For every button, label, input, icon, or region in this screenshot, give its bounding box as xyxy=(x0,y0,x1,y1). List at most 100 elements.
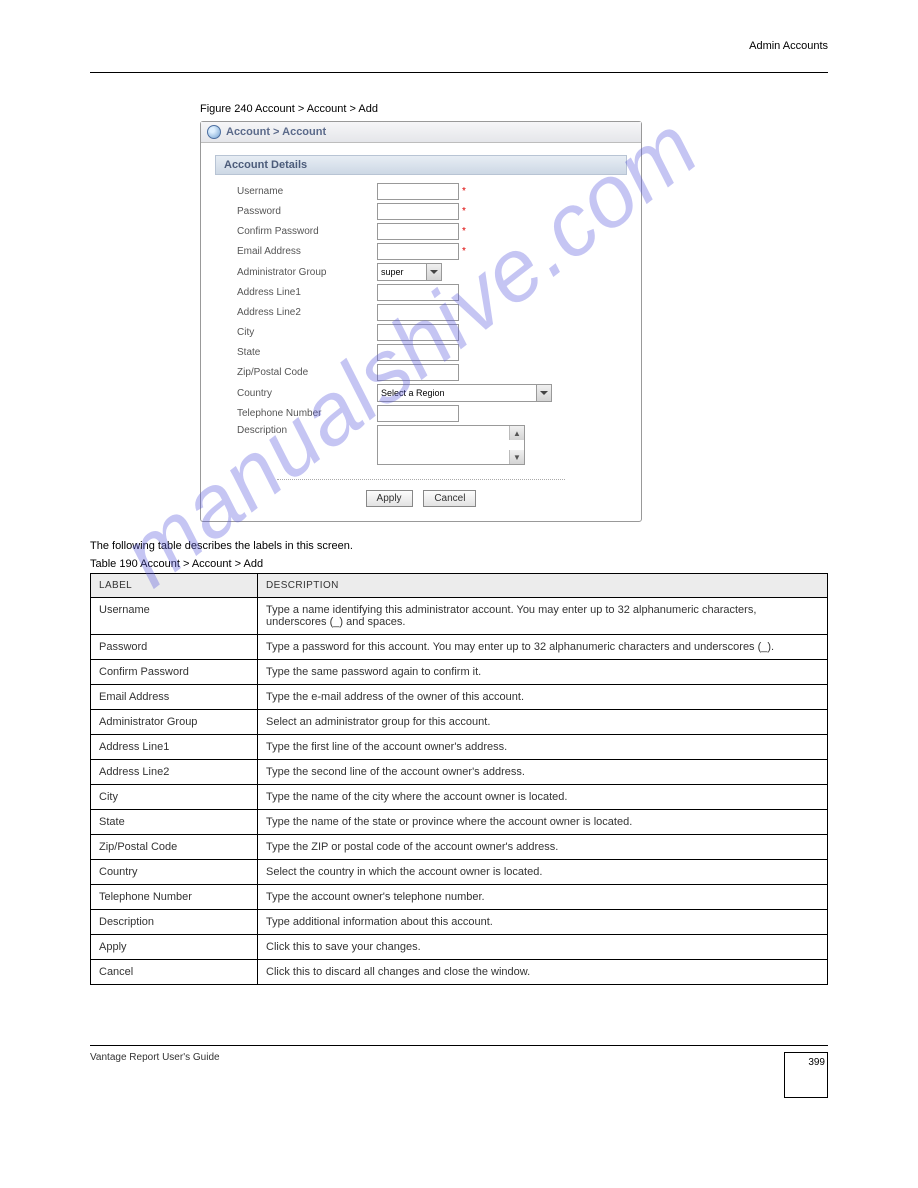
globe-icon xyxy=(207,125,221,139)
table-row: CityType the name of the city where the … xyxy=(91,785,828,810)
cell-desc: Type additional information about this a… xyxy=(258,910,828,935)
cell-label: Description xyxy=(91,910,258,935)
phone-field[interactable] xyxy=(377,405,459,422)
table-title: Table 190 Account > Account > Add xyxy=(90,558,828,570)
scroll-down-icon[interactable]: ▼ xyxy=(509,450,524,464)
cell-desc: Type the second line of the account owne… xyxy=(258,760,828,785)
addr2-label: Address Line2 xyxy=(237,307,377,318)
username-label: Username xyxy=(237,186,377,197)
th-label: LABEL xyxy=(91,574,258,598)
scroll-up-icon[interactable]: ▲ xyxy=(509,426,524,440)
breadcrumb: Account > Account xyxy=(201,122,641,143)
cell-desc: Type the name of the state or province w… xyxy=(258,810,828,835)
cell-label: Email Address xyxy=(91,685,258,710)
state-field[interactable] xyxy=(377,344,459,361)
password-label: Password xyxy=(237,206,377,217)
addr2-field[interactable] xyxy=(377,304,459,321)
table-row: UsernameType a name identifying this adm… xyxy=(91,598,828,635)
table-row: ApplyClick this to save your changes. xyxy=(91,935,828,960)
chevron-down-icon xyxy=(536,385,551,401)
cell-label: Telephone Number xyxy=(91,885,258,910)
required-marker: * xyxy=(462,206,466,217)
cell-label: Administrator Group xyxy=(91,710,258,735)
cell-label: Address Line1 xyxy=(91,735,258,760)
footer: Vantage Report User's Guide 399 xyxy=(90,1045,828,1098)
cell-desc: Type the e-mail address of the owner of … xyxy=(258,685,828,710)
breadcrumb-text: Account > Account xyxy=(226,126,326,138)
city-label: City xyxy=(237,327,377,338)
description-label: Description xyxy=(237,425,377,436)
country-value: Select a Region xyxy=(381,388,445,398)
table-row: Zip/Postal CodeType the ZIP or postal co… xyxy=(91,835,828,860)
cell-label: Username xyxy=(91,598,258,635)
table-row: Telephone NumberType the account owner's… xyxy=(91,885,828,910)
table-row: CountrySelect the country in which the a… xyxy=(91,860,828,885)
email-label: Email Address xyxy=(237,246,377,257)
admin-group-label: Administrator Group xyxy=(237,267,377,278)
footer-text: Vantage Report User's Guide xyxy=(90,1052,220,1063)
phone-label: Telephone Number xyxy=(237,408,377,419)
table-row: StateType the name of the state or provi… xyxy=(91,810,828,835)
cell-desc: Select the country in which the account … xyxy=(258,860,828,885)
cell-label: Password xyxy=(91,635,258,660)
table-row: Email AddressType the e-mail address of … xyxy=(91,685,828,710)
cell-label: Confirm Password xyxy=(91,660,258,685)
cell-label: Apply xyxy=(91,935,258,960)
cell-desc: Type the account owner's telephone numbe… xyxy=(258,885,828,910)
table-row: PasswordType a password for this account… xyxy=(91,635,828,660)
city-field[interactable] xyxy=(377,324,459,341)
cell-label: State xyxy=(91,810,258,835)
table-row: Confirm PasswordType the same password a… xyxy=(91,660,828,685)
cell-desc: Type the ZIP or postal code of the accou… xyxy=(258,835,828,860)
chevron-down-icon xyxy=(426,264,441,280)
cell-desc: Type a password for this account. You ma… xyxy=(258,635,828,660)
zip-field[interactable] xyxy=(377,364,459,381)
confirm-password-field[interactable] xyxy=(377,223,459,240)
apply-button[interactable]: Apply xyxy=(366,490,413,507)
admin-group-select[interactable]: super xyxy=(377,263,442,281)
password-field[interactable] xyxy=(377,203,459,220)
required-marker: * xyxy=(462,186,466,197)
zip-label: Zip/Postal Code xyxy=(237,367,377,378)
cell-desc: Click this to discard all changes and cl… xyxy=(258,960,828,985)
country-label: Country xyxy=(237,388,377,399)
cell-desc: Type the first line of the account owner… xyxy=(258,735,828,760)
country-select[interactable]: Select a Region xyxy=(377,384,552,402)
username-field[interactable] xyxy=(377,183,459,200)
divider xyxy=(277,479,565,480)
cell-label: City xyxy=(91,785,258,810)
page-header: Admin Accounts xyxy=(90,40,828,52)
cell-label: Cancel xyxy=(91,960,258,985)
page-number: 399 xyxy=(784,1052,828,1098)
figure-caption: Figure 240 Account > Account > Add xyxy=(200,103,828,115)
table-row: Administrator GroupSelect an administrat… xyxy=(91,710,828,735)
description-textarea[interactable]: ▲ ▼ xyxy=(377,425,525,465)
confirm-password-label: Confirm Password xyxy=(237,226,377,237)
cancel-button[interactable]: Cancel xyxy=(423,490,476,507)
table-row: CancelClick this to discard all changes … xyxy=(91,960,828,985)
table-row: Address Line2Type the second line of the… xyxy=(91,760,828,785)
cell-desc: Type a name identifying this administrat… xyxy=(258,598,828,635)
th-desc: DESCRIPTION xyxy=(258,574,828,598)
email-field[interactable] xyxy=(377,243,459,260)
table-row: DescriptionType additional information a… xyxy=(91,910,828,935)
table-row: Address Line1Type the first line of the … xyxy=(91,735,828,760)
required-marker: * xyxy=(462,246,466,257)
section-header: Account Details xyxy=(215,155,627,175)
cell-desc: Click this to save your changes. xyxy=(258,935,828,960)
screenshot-panel: Account > Account Account Details Userna… xyxy=(200,121,642,522)
cell-label: Address Line2 xyxy=(91,760,258,785)
state-label: State xyxy=(237,347,377,358)
header-rule xyxy=(90,72,828,73)
cell-label: Zip/Postal Code xyxy=(91,835,258,860)
addr1-label: Address Line1 xyxy=(237,287,377,298)
required-marker: * xyxy=(462,226,466,237)
admin-group-value: super xyxy=(381,267,404,277)
cell-label: Country xyxy=(91,860,258,885)
addr1-field[interactable] xyxy=(377,284,459,301)
cell-desc: Type the same password again to confirm … xyxy=(258,660,828,685)
description-table: LABEL DESCRIPTION UsernameType a name id… xyxy=(90,573,828,985)
table-caption-1: The following table describes the labels… xyxy=(90,540,828,552)
cell-desc: Select an administrator group for this a… xyxy=(258,710,828,735)
cell-desc: Type the name of the city where the acco… xyxy=(258,785,828,810)
